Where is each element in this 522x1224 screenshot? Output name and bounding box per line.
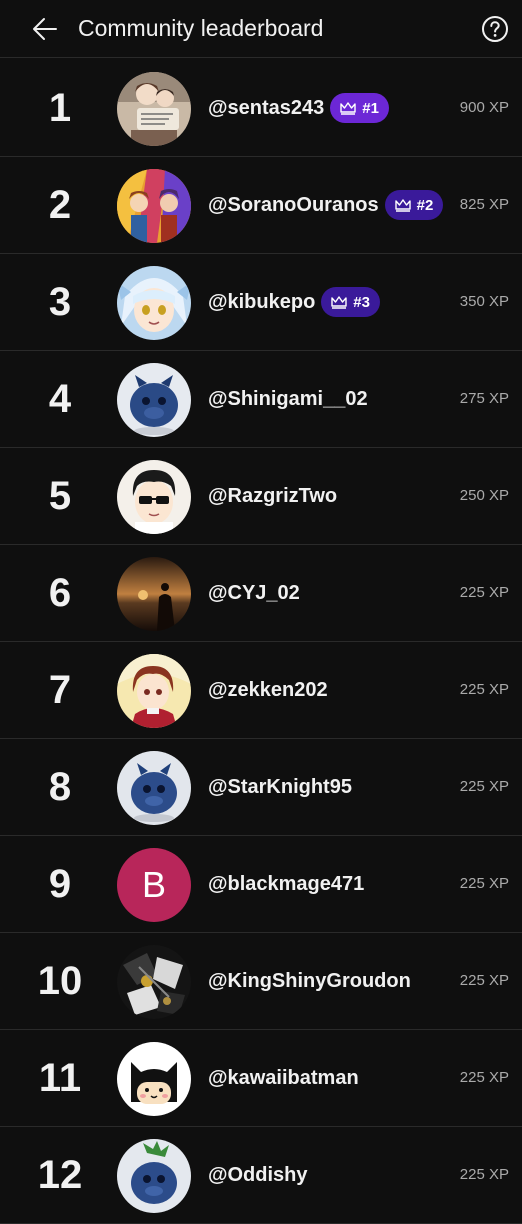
crown-icon xyxy=(340,102,356,115)
avatar[interactable] xyxy=(117,72,191,146)
rank-badge: #3 xyxy=(321,287,380,317)
leaderboard-row[interactable]: 10 @KingShinyGroudon 225 XP xyxy=(0,933,522,1030)
xp-value: 225 XP xyxy=(459,875,509,892)
help-circle-icon xyxy=(482,16,508,42)
leaderboard-row[interactable]: 4 @Shinigami__02 275 XP xyxy=(0,351,522,448)
xp-value: 350 XP xyxy=(459,293,509,310)
username[interactable]: @sentas243 xyxy=(208,97,324,120)
xp-value: 225 XP xyxy=(459,584,509,601)
rank-number: 1 xyxy=(48,86,72,130)
rank-badge: #1 xyxy=(330,93,389,123)
avatar[interactable] xyxy=(117,1042,191,1116)
xp-value: 225 XP xyxy=(459,972,509,989)
rank-number: 6 xyxy=(48,571,72,615)
xp-value: 275 XP xyxy=(459,390,509,407)
username[interactable]: @StarKnight95 xyxy=(208,776,352,799)
username[interactable]: @blackmage471 xyxy=(208,873,364,896)
username[interactable]: @CYJ_02 xyxy=(208,582,300,605)
rank-number: 9 xyxy=(48,862,72,906)
xp-value: 225 XP xyxy=(459,1069,509,1086)
crown-icon xyxy=(331,296,347,309)
arrow-left-icon xyxy=(33,18,57,40)
leaderboard-row[interactable]: 5 @RazgrizTwo 250 XP xyxy=(0,448,522,545)
avatar[interactable] xyxy=(117,460,191,534)
leaderboard-row[interactable]: 2 @SoranoOuranos #2 825 XP xyxy=(0,157,522,254)
rank-number: 7 xyxy=(48,668,72,712)
avatar[interactable] xyxy=(117,363,191,437)
rank-number: 2 xyxy=(48,183,72,227)
xp-value: 250 XP xyxy=(459,487,509,504)
leaderboard-row[interactable]: 9 B @blackmage471 225 XP xyxy=(0,836,522,933)
xp-value: 825 XP xyxy=(459,196,509,213)
xp-value: 225 XP xyxy=(459,681,509,698)
username[interactable]: @kawaiibatman xyxy=(208,1067,359,1090)
rank-number: 3 xyxy=(48,280,72,324)
rank-number: 5 xyxy=(48,474,72,518)
rank-number: 4 xyxy=(48,377,72,421)
avatar[interactable] xyxy=(117,266,191,340)
avatar[interactable]: B xyxy=(117,848,191,922)
leaderboard-row[interactable]: 12 @Oddishy 225 XP xyxy=(0,1127,522,1224)
page-title: Community leaderboard xyxy=(78,15,324,41)
avatar[interactable] xyxy=(117,751,191,825)
rank-badge-label: #3 xyxy=(353,293,370,311)
username[interactable]: @Oddishy xyxy=(208,1164,308,1187)
avatar-letter: B xyxy=(117,848,191,922)
avatar[interactable] xyxy=(117,654,191,728)
username[interactable]: @kibukepo xyxy=(208,291,315,314)
rank-number: 10 xyxy=(37,959,83,1003)
rank-number: 12 xyxy=(37,1153,83,1197)
username[interactable]: @Shinigami__02 xyxy=(208,388,368,411)
xp-value: 225 XP xyxy=(459,778,509,795)
top-app-bar: Community leaderboard xyxy=(0,0,522,58)
leaderboard-list: 1 @sentas243 #1 900 XP 2 @SoranoOuranos … xyxy=(0,60,522,1224)
leaderboard-row[interactable]: 3 @kibukepo #3 350 XP xyxy=(0,254,522,351)
username[interactable]: @zekken202 xyxy=(208,679,328,702)
avatar[interactable] xyxy=(117,557,191,631)
rank-number: 8 xyxy=(48,765,72,809)
username[interactable]: @SoranoOuranos xyxy=(208,194,379,217)
avatar[interactable] xyxy=(117,169,191,243)
crown-icon xyxy=(394,199,411,212)
rank-number: 11 xyxy=(38,1056,82,1100)
avatar[interactable] xyxy=(117,1139,191,1213)
leaderboard-row[interactable]: 11 @kawaiibatman 225 XP xyxy=(0,1030,522,1127)
help-button[interactable] xyxy=(481,15,509,43)
leaderboard-row[interactable]: 6 @CYJ_02 225 XP xyxy=(0,545,522,642)
rank-badge-label: #1 xyxy=(362,99,379,117)
xp-value: 900 XP xyxy=(459,99,509,116)
leaderboard-row[interactable]: 1 @sentas243 #1 900 XP xyxy=(0,60,522,157)
username[interactable]: @RazgrizTwo xyxy=(208,485,337,508)
leaderboard-row[interactable]: 8 @StarKnight95 225 XP xyxy=(0,739,522,836)
rank-badge-label: #2 xyxy=(416,196,434,214)
leaderboard-row[interactable]: 7 @zekken202 225 XP xyxy=(0,642,522,739)
username[interactable]: @KingShinyGroudon xyxy=(208,970,411,993)
avatar[interactable] xyxy=(117,945,191,1019)
xp-value: 225 XP xyxy=(459,1166,509,1183)
back-button[interactable] xyxy=(30,14,60,44)
rank-badge: #2 xyxy=(384,190,444,220)
